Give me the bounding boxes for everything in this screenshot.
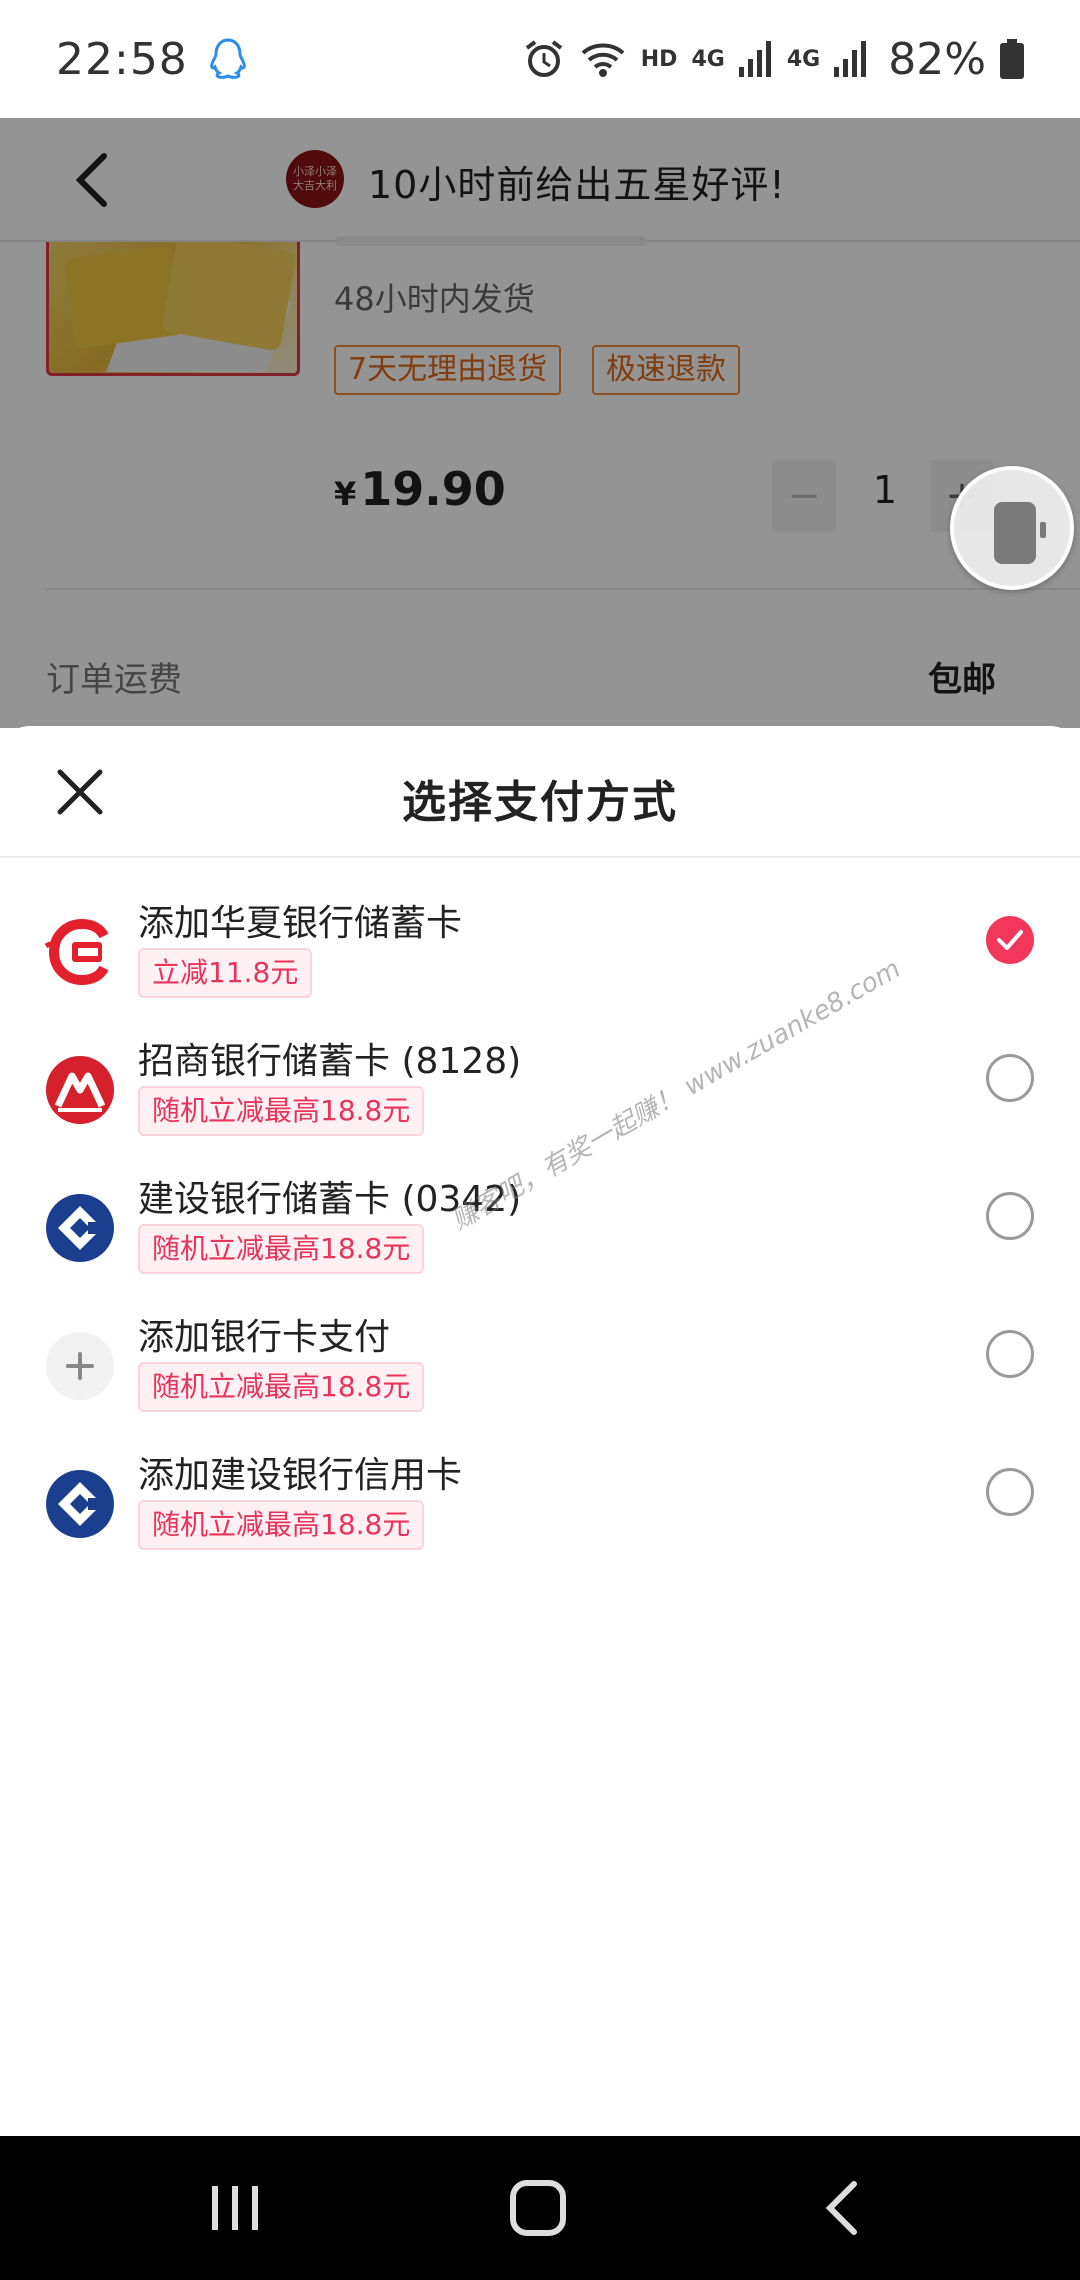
system-nav-bar (0, 2136, 1080, 2280)
system-back-button[interactable] (808, 2176, 878, 2240)
battery-icon (1000, 39, 1024, 79)
payment-method-sheet: 选择支付方式 添加华夏银行储蓄卡 立减11.8元 招商银行储蓄卡 (8128) (0, 726, 1080, 2136)
floating-assistant-button[interactable] (950, 466, 1074, 590)
payment-method-item[interactable]: 添加华夏银行储蓄卡 立减11.8元 (0, 894, 1080, 1032)
payment-method-name: 招商银行储蓄卡 (8128) (138, 1041, 522, 1082)
payment-method-name: 添加建设银行信用卡 (138, 1455, 463, 1496)
payment-method-item[interactable]: 添加建设银行信用卡 随机立减最高18.8元 (0, 1446, 1080, 1584)
promo-badge: 随机立减最高18.8元 (138, 1500, 425, 1550)
payment-method-item[interactable]: 添加银行卡支付 随机立减最高18.8元 (0, 1308, 1080, 1446)
sheet-header: 选择支付方式 (0, 726, 1080, 858)
signal-2-icon (834, 41, 868, 77)
payment-method-name: 添加银行卡支付 (138, 1317, 391, 1358)
status-icons: HD 4G 4G 82% (523, 34, 1024, 85)
sheet-title: 选择支付方式 (402, 777, 678, 828)
huaxia-bank-icon (44, 916, 116, 988)
radio-unselected[interactable] (986, 1192, 1034, 1240)
hd-indicator: HD (640, 46, 678, 72)
promo-badge: 随机立减最高18.8元 (138, 1362, 425, 1412)
status-bar: 22:58 HD 4G 4G 82% (0, 0, 1080, 118)
radio-unselected[interactable] (986, 1468, 1034, 1516)
promo-badge: 立减11.8元 (138, 948, 313, 998)
recents-button[interactable] (200, 2176, 270, 2240)
ccb-bank-icon (44, 1192, 116, 1264)
radio-selected[interactable] (986, 916, 1034, 964)
payment-method-name: 添加华夏银行储蓄卡 (138, 903, 463, 944)
ccb-bank-icon (44, 1468, 116, 1540)
qq-notification-icon (208, 36, 248, 82)
promo-badge: 随机立减最高18.8元 (138, 1224, 425, 1274)
battery-percent: 82% (888, 33, 986, 85)
wifi-icon (579, 39, 627, 79)
network-4g-2: 4G (786, 46, 821, 72)
signal-1-icon (738, 41, 773, 77)
radio-unselected[interactable] (986, 1330, 1034, 1378)
alarm-icon (523, 38, 565, 80)
cmb-bank-icon (44, 1054, 116, 1126)
status-time: 22:58 (56, 33, 188, 85)
promo-badge: 随机立减最高18.8元 (138, 1086, 425, 1136)
home-button[interactable] (503, 2176, 573, 2240)
radio-unselected[interactable] (986, 1054, 1034, 1102)
modal-overlay[interactable] (0, 118, 1080, 728)
payment-method-item[interactable]: 招商银行储蓄卡 (8128) 随机立减最高18.8元 (0, 1032, 1080, 1170)
plus-icon (44, 1330, 116, 1402)
network-4g-1: 4G (691, 46, 725, 72)
